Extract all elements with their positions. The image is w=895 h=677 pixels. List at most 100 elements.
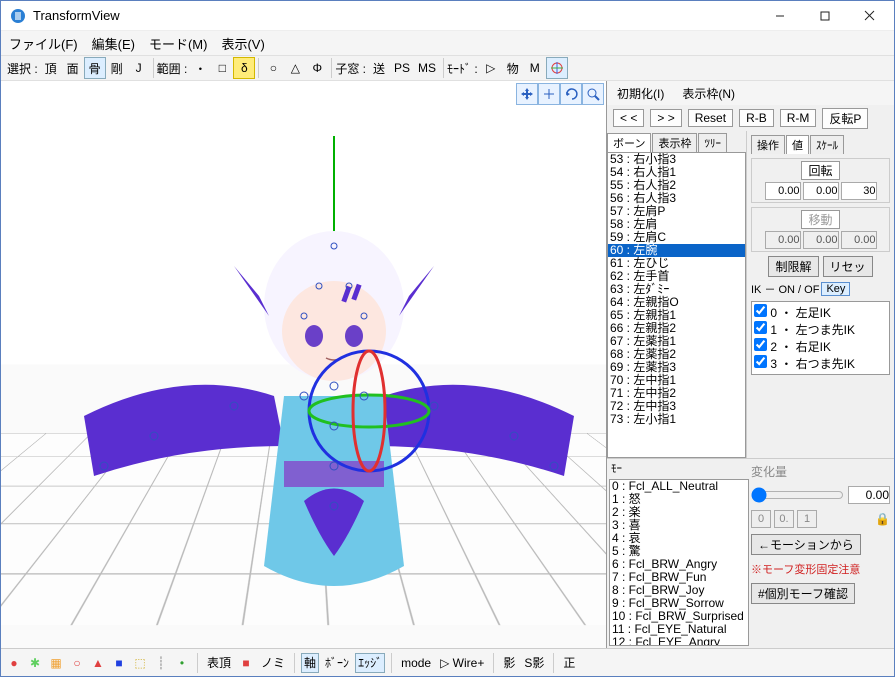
sb-sq[interactable]: ■ [110, 653, 128, 673]
range-dot[interactable]: ・ [189, 57, 211, 79]
rot-x[interactable] [765, 182, 801, 200]
sb-shadow[interactable]: 影 [500, 653, 518, 673]
pan-tool-icon[interactable] [538, 83, 560, 105]
shape-phi[interactable]: Φ [306, 57, 328, 79]
lock-icon[interactable]: 🔒 [875, 512, 890, 526]
ik-item[interactable]: 1 ・ 左つま先IK [754, 321, 887, 338]
nav-rb[interactable]: R-B [739, 109, 774, 127]
sel-bone[interactable]: 骨 [84, 57, 106, 79]
menu-mode[interactable]: モード(M) [149, 34, 208, 53]
sel-vertex[interactable]: 頂 [40, 57, 62, 79]
morph-section: ﾓｰ 0 : Fcl_ALL_Neutral1 : 怒2 : 楽3 : 喜4 :… [607, 458, 894, 648]
rot-y[interactable] [803, 182, 839, 200]
shape-circle[interactable]: ○ [262, 57, 284, 79]
menu-edit[interactable]: 編集(E) [92, 34, 135, 53]
side-panel: 初期化(I) 表示枠(N) < < > > Reset R-B R-M 反転P … [607, 81, 894, 648]
range-sigma[interactable]: δ [233, 57, 255, 79]
sb-red-sq[interactable]: ■ [237, 653, 255, 673]
from-motion-button[interactable]: ←モーションから [751, 534, 861, 555]
sb-dash[interactable]: ┊ [152, 653, 170, 673]
preset-1[interactable]: 1 [797, 510, 817, 528]
tab-scale[interactable]: ｽｹｰﾙ [810, 135, 844, 154]
preset-0dot[interactable]: 0. [774, 510, 794, 528]
morph-list[interactable]: 0 : Fcl_ALL_Neutral1 : 怒2 : 楽3 : 喜4 : 哀5… [609, 479, 749, 646]
morph-item[interactable]: 12 : Fcl_EYE_Angry [610, 636, 748, 646]
app-icon [9, 7, 27, 25]
viewport[interactable] [1, 81, 607, 648]
sb-bone[interactable]: ﾎﾞｰﾝ [322, 653, 352, 673]
tab-operate[interactable]: 操作 [751, 135, 785, 154]
sel-rigid[interactable]: 剛 [106, 57, 128, 79]
move-tool-icon[interactable] [516, 83, 538, 105]
ik-list[interactable]: 0 ・ 左足IK 1 ・ 左つま先IK 2 ・ 右足IK 3 ・ 右つま先IK [751, 301, 890, 375]
subwin-ms[interactable]: MS [414, 57, 440, 79]
subwin-ps[interactable]: PS [390, 57, 414, 79]
sb-surface[interactable]: 表頂 [204, 653, 234, 673]
tab-value[interactable]: 値 [786, 135, 809, 154]
sel-joint[interactable]: J [128, 57, 150, 79]
mode-play[interactable]: ▷ [480, 57, 502, 79]
menu-view[interactable]: 表示(V) [221, 34, 264, 53]
sb-mode[interactable]: mode [398, 653, 434, 673]
range-label: 範囲 : [157, 60, 188, 77]
bone-item[interactable]: 73 : 左小指1 [608, 413, 745, 426]
nav-rm[interactable]: R-M [780, 109, 817, 127]
rotation-group: 回転 [751, 158, 890, 203]
menu-displayframe[interactable]: 表示枠(N) [682, 85, 735, 102]
rotate-tool-icon[interactable] [560, 83, 582, 105]
side-nav: < < > > Reset R-B R-M 反転P [607, 105, 894, 131]
sb-green[interactable]: ✱ [26, 653, 44, 673]
side-menu: 初期化(I) 表示枠(N) [607, 81, 894, 105]
minimize-button[interactable] [757, 2, 802, 30]
sb-sshadow[interactable]: S影 [521, 653, 547, 673]
ik-item[interactable]: 0 ・ 左足IK [754, 304, 887, 321]
nav-next[interactable]: > > [650, 109, 681, 127]
reset-button[interactable]: リセッ [823, 256, 873, 277]
mode-gizmo[interactable] [546, 57, 568, 79]
sb-dot[interactable]: • [173, 653, 191, 673]
close-button[interactable] [847, 2, 892, 30]
move-group: 移動 [751, 207, 890, 252]
sb-tri[interactable]: ▲ [89, 653, 107, 673]
change-label: 変化量 [751, 463, 890, 480]
sb-norm[interactable]: 正 [560, 653, 578, 673]
mode-m[interactable]: M [524, 57, 546, 79]
sb-red-dot[interactable]: ● [5, 653, 23, 673]
sb-nomi[interactable]: ノミ [258, 653, 288, 673]
sb-joint[interactable]: ⬚ [131, 653, 149, 673]
shape-tri[interactable]: △ [284, 57, 306, 79]
sb-circle[interactable]: ○ [68, 653, 86, 673]
tab-tree[interactable]: ﾂﾘｰ [698, 133, 727, 152]
sb-axis[interactable]: 軸 [301, 653, 319, 673]
nav-flip[interactable]: 反転P [822, 108, 868, 129]
change-slider[interactable] [751, 487, 844, 503]
sel-face[interactable]: 面 [62, 57, 84, 79]
tab-bone[interactable]: ボーン [607, 133, 651, 152]
menu-init[interactable]: 初期化(I) [617, 85, 664, 102]
morph-confirm-button[interactable]: #個別モーフ確認 [751, 583, 855, 604]
sb-orange[interactable]: ▦ [47, 653, 65, 673]
left-tabs: ボーン 表示枠 ﾂﾘｰ [607, 131, 746, 152]
limit-off-button[interactable]: 制限解 [768, 256, 818, 277]
menu-file[interactable]: ファイル(F) [9, 34, 78, 53]
nav-prev[interactable]: < < [613, 109, 644, 127]
change-value[interactable] [848, 486, 890, 504]
nav-reset[interactable]: Reset [688, 109, 733, 127]
mode-phys[interactable]: 物 [502, 57, 524, 79]
ik-item[interactable]: 3 ・ 右つま先IK [754, 355, 887, 372]
bone-list[interactable]: 53 : 右小指354 : 右人指155 : 右人指256 : 右人指357 :… [607, 152, 746, 458]
key-button[interactable]: Key [821, 282, 850, 296]
right-tabs: 操作 値 ｽｹｰﾙ [751, 133, 890, 154]
rotation-label[interactable]: 回転 [801, 161, 839, 180]
sb-edge[interactable]: ｴｯｼﾞ [355, 653, 385, 673]
ik-item[interactable]: 2 ・ 右足IK [754, 338, 887, 355]
maximize-button[interactable] [802, 2, 847, 30]
preset-0[interactable]: 0 [751, 510, 771, 528]
rot-z[interactable] [841, 182, 877, 200]
sb-wire[interactable]: ▷ Wire+ [437, 653, 487, 673]
zoom-tool-icon[interactable] [582, 83, 604, 105]
title-bar: TransformView [1, 1, 894, 31]
subwin-send[interactable]: 送 [368, 57, 390, 79]
range-box[interactable]: □ [211, 57, 233, 79]
tab-frame[interactable]: 表示枠 [652, 133, 697, 152]
